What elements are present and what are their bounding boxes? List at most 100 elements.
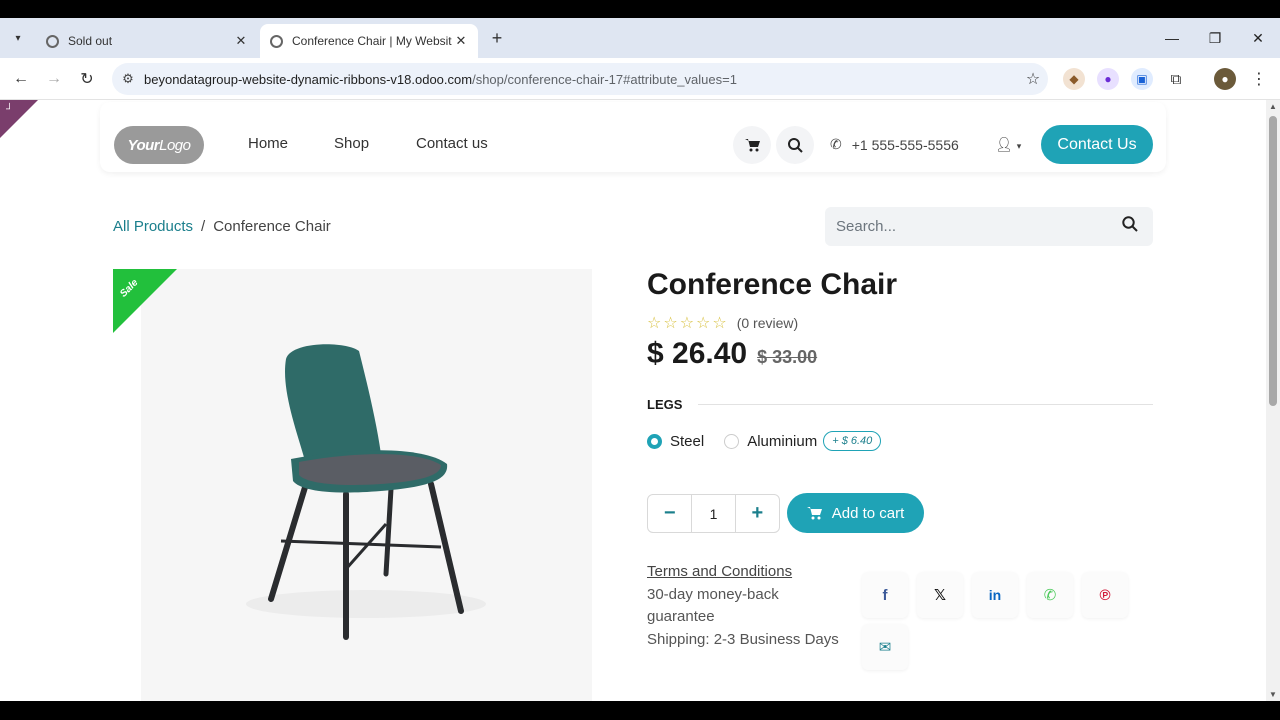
cart-icon (806, 507, 822, 520)
breadcrumb-all-products[interactable]: All Products (113, 218, 193, 235)
new-tab-plus-icon[interactable]: + (486, 27, 508, 49)
phone-number: +1 555-555-5556 (851, 136, 959, 153)
contact-us-button[interactable]: Contact Us (1041, 125, 1153, 164)
option-aluminium[interactable]: Aluminium (724, 433, 817, 450)
product-terms: Terms and Conditions 30-day money-back g… (647, 561, 847, 651)
shipping-text: Shipping: 2-3 Business Days (647, 630, 839, 648)
screen: ▾ Sold out ✕ Conference Chair | My Websi… (0, 0, 1280, 720)
page-viewport: ┘ Your Logo Home Shop Contact us ✆ +1 555… (0, 100, 1266, 701)
site-favicon-icon (46, 34, 59, 48)
product-search-input[interactable] (836, 218, 1107, 235)
extension-icon-2[interactable]: ● (1097, 68, 1119, 90)
attribute-options: Steel Aluminium + $ 6.40 (647, 431, 882, 451)
extension-icon-1[interactable]: ◆ (1063, 68, 1085, 90)
product-price: $ 26.40 $ 33.00 (647, 337, 817, 371)
page-scrollbar[interactable]: ▲ ▼ (1266, 100, 1280, 701)
product-image[interactable] (141, 269, 592, 701)
whatsapp-icon[interactable]: ✆ (1027, 572, 1073, 618)
tab-close-icon[interactable]: ✕ (452, 32, 470, 50)
screen-top-border (0, 0, 1280, 18)
site-info-icon[interactable]: ⚙ (112, 71, 144, 87)
menu-shop[interactable]: Shop (334, 135, 369, 152)
minus-icon[interactable]: − (648, 495, 691, 532)
sale-ribbon-shape (113, 269, 177, 333)
option-extra-price-badge: + $ 6.40 (823, 431, 882, 451)
back-arrow-icon[interactable]: ← (8, 66, 34, 92)
user-dropdown[interactable]: 👤︎ ▾ (995, 136, 1021, 153)
restore-icon[interactable]: ❐ (1201, 26, 1229, 50)
old-price: $ 33.00 (757, 347, 818, 367)
url-host: beyondatagroup-website-dynamic-ribbons-v… (144, 71, 473, 87)
tab-title: Conference Chair | My Website (292, 34, 452, 48)
tab-conference-chair[interactable]: Conference Chair | My Website ✕ (260, 24, 478, 58)
product-search-box (825, 207, 1153, 246)
chair-illustration (246, 344, 486, 640)
radio-selected[interactable] (647, 433, 662, 449)
address-bar[interactable]: ⚙ beyondatagroup-website-dynamic-ribbons… (112, 63, 1048, 95)
pinterest-icon[interactable]: ℗ (1082, 572, 1128, 618)
phone-icon: ✆ (830, 136, 842, 152)
option-steel[interactable]: Steel (647, 433, 704, 450)
url-path: /shop/conference-chair-17#attribute_valu… (472, 71, 737, 87)
review-count[interactable]: (0 review) (737, 315, 798, 331)
scroll-up-icon[interactable]: ▲ (1269, 102, 1277, 111)
attribute-divider (698, 404, 1153, 405)
bookmark-star-icon[interactable]: ☆ (1018, 69, 1048, 89)
attribute-name: LEGS (647, 397, 683, 412)
breadcrumb: All Products / Conference Chair (113, 218, 331, 235)
tab-search-dropdown-icon[interactable]: ▾ (8, 28, 28, 48)
extensions-puzzle-icon[interactable]: ⧉ (1165, 68, 1187, 90)
sale-ribbon: Sale (113, 269, 177, 333)
add-to-cart-label: Add to cart (831, 504, 905, 522)
x-icon[interactable]: 𝕏 (917, 572, 963, 618)
reload-icon[interactable]: ↻ (74, 66, 100, 92)
facebook-icon[interactable]: f (862, 572, 908, 618)
chevron-down-icon: ▾ (1016, 141, 1022, 151)
tab-close-icon[interactable]: ✕ (232, 32, 250, 50)
product-title: Conference Chair (647, 268, 898, 301)
product-rating: ☆☆☆☆☆ (0 review) (647, 313, 798, 333)
option-label: Steel (670, 432, 705, 450)
add-to-cart-button[interactable]: Add to cart (787, 493, 924, 533)
site-favicon-icon (270, 34, 283, 48)
tab-title: Sold out (68, 34, 113, 48)
logo-text-light: Logo (159, 136, 191, 154)
breadcrumb-current: Conference Chair (213, 218, 331, 235)
quantity-stepper: − 1 + (647, 494, 780, 533)
email-icon[interactable]: ✉ (862, 624, 908, 670)
screen-bottom-border (0, 701, 1280, 720)
menu-contact[interactable]: Contact us (416, 135, 488, 152)
phone-link[interactable]: ✆ +1 555-555-5556 (830, 136, 959, 153)
quantity-input[interactable]: 1 (691, 495, 736, 532)
plus-icon[interactable]: + (736, 495, 779, 532)
cart-icon[interactable] (733, 126, 771, 164)
profile-avatar[interactable]: ● (1214, 68, 1236, 90)
option-label: Aluminium (747, 432, 818, 450)
browser-tabstrip: ▾ Sold out ✕ Conference Chair | My Websi… (0, 18, 1280, 58)
window-close-icon[interactable]: ✕ (1244, 26, 1272, 50)
search-icon[interactable] (776, 126, 814, 164)
tab-sold-out[interactable]: Sold out ✕ (36, 24, 258, 58)
minimize-icon[interactable]: — (1158, 26, 1186, 50)
terms-link[interactable]: Terms and Conditions (647, 561, 847, 584)
browser-toolbar: ← → ↻ ⚙ beyondatagroup-website-dynamic-r… (0, 58, 1280, 100)
extension-icon-3[interactable]: ▣ (1131, 68, 1153, 90)
user-icon: 👤︎ (995, 136, 1013, 152)
forward-arrow-icon[interactable]: → (41, 66, 67, 92)
search-submit-icon[interactable] (1107, 216, 1153, 237)
site-header: Your Logo Home Shop Contact us ✆ +1 555-5… (100, 102, 1166, 172)
guarantee-text: 30-day money-back guarantee (647, 585, 779, 626)
rating-stars-icon: ☆☆☆☆☆ (647, 315, 729, 332)
scrollbar-thumb[interactable] (1269, 116, 1277, 406)
breadcrumb-separator: / (201, 218, 206, 235)
site-logo[interactable]: Your Logo (114, 126, 204, 164)
radio-unselected[interactable] (724, 433, 740, 449)
url-text: beyondatagroup-website-dynamic-ribbons-v… (144, 72, 1018, 87)
scroll-down-icon[interactable]: ▼ (1269, 690, 1277, 699)
logo-text-bold: Your (127, 136, 160, 154)
attribute-heading: LEGS (647, 397, 1153, 412)
menu-home[interactable]: Home (248, 135, 288, 152)
current-price: $ 26.40 (647, 337, 748, 370)
browser-menu-icon[interactable]: ⋮ (1248, 68, 1270, 90)
linkedin-icon[interactable]: in (972, 572, 1018, 618)
